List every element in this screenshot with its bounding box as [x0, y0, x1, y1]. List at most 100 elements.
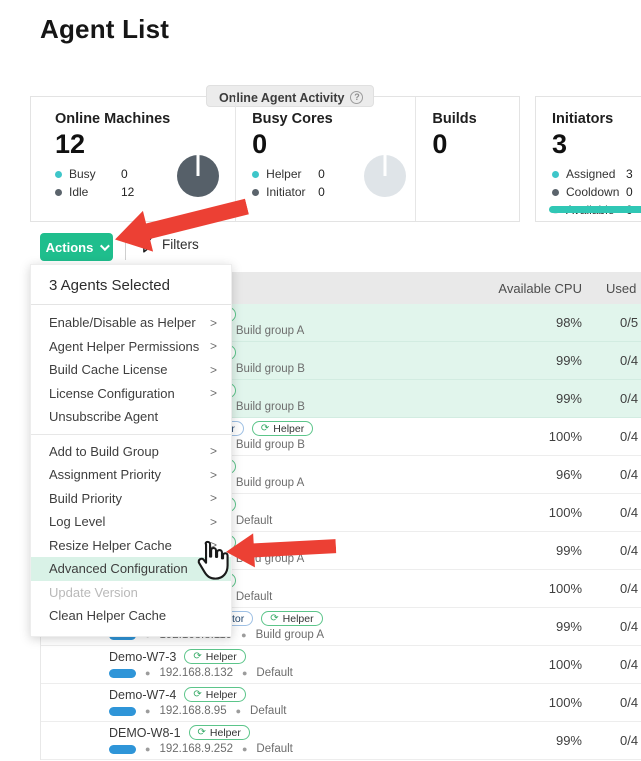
busy-cores-title: Busy Cores [252, 111, 415, 127]
agent-build-group: Build group A [236, 325, 304, 337]
submenu-arrow-icon: > [210, 363, 217, 377]
column-header-available-cpu[interactable]: Available CPU [452, 281, 582, 296]
table-row[interactable]: Demo-W7-4⟳Helper●192.168.8.95●Default100… [41, 684, 641, 722]
menu-item-label: Update Version [49, 585, 138, 600]
submenu-arrow-icon: > [210, 386, 217, 400]
initiators-card: Initiators 3 Assigned3Cooldown0Available… [535, 96, 641, 222]
menu-item-assignment-priority[interactable]: Assignment Priority> [31, 463, 231, 487]
legend-label: Assigned [566, 167, 626, 181]
menu-item-agent-helper-permissions[interactable]: Agent Helper Permissions > [31, 335, 231, 359]
legend-value: 12 [121, 185, 134, 199]
agent-name: DEMO-W8-1 [109, 726, 181, 740]
column-header-used-helpers[interactable]: Used Helpers [582, 281, 641, 296]
menu-item-label: Unsubscribe Agent [49, 409, 158, 424]
actions-button-label: Actions [46, 240, 94, 255]
dot-separator: ● [145, 744, 150, 754]
badge-label: Helper [206, 689, 237, 701]
menu-item-log-level[interactable]: Log Level > [31, 510, 231, 534]
menu-item-label: Add to Build Group [49, 444, 159, 459]
legend-item: Assigned3 [552, 167, 641, 181]
chevron-down-icon [100, 241, 110, 251]
legend-dot-icon [55, 171, 62, 178]
menu-item-build-cache-license[interactable]: Build Cache License > [31, 358, 231, 382]
menu-item-label: Agent Helper Permissions [49, 339, 199, 354]
agent-name: Demo-W7-4 [109, 688, 176, 702]
agent-build-group: Build group B [236, 401, 305, 413]
initiators-title: Initiators [552, 111, 641, 127]
busy-cores-donut-chart [364, 155, 406, 197]
badge-label: Helper [283, 613, 314, 625]
used-helpers-value: 0/4 [582, 657, 641, 672]
available-cpu-value: 98% [452, 315, 582, 330]
agent-info-line: ●192.168.9.252●Default [109, 742, 452, 757]
menu-header-agents-selected: 3 Agents Selected [31, 265, 231, 305]
used-helpers-value: 0/4 [582, 391, 641, 406]
os-indicator-pill [109, 745, 136, 754]
menu-item-label: Log Level [49, 514, 105, 529]
legend-label: Cooldown [566, 185, 626, 199]
helper-badge: ⟳ Helper [261, 611, 322, 626]
available-cpu-value: 100% [452, 695, 582, 710]
available-cpu-value: 99% [452, 353, 582, 368]
agent-build-group: Default [236, 515, 272, 527]
available-cpu-value: 100% [452, 657, 582, 672]
legend-value: 3 [626, 167, 633, 181]
menu-item-license-configuration[interactable]: License Configuration> [31, 382, 231, 406]
dot-separator: ● [242, 668, 247, 678]
agent-name-line: DEMO-W8-1 ⟳ Helper [109, 725, 452, 741]
submenu-arrow-icon: > [210, 515, 217, 529]
available-cpu-value: 99% [452, 391, 582, 406]
submenu-arrow-icon: > [210, 316, 217, 330]
submenu-arrow-icon: > [210, 491, 217, 505]
used-helpers-value: 0/4 [582, 581, 641, 596]
agent-cell: Demo-W7-4⟳Helper●192.168.8.95●Default [41, 687, 452, 719]
table-row[interactable]: DEMO-W8-1⟳Helper●192.168.9.252●Default99… [41, 722, 641, 760]
legend-dot-icon [552, 171, 559, 178]
menu-item-clean-helper-cache[interactable]: Clean Helper Cache [31, 604, 231, 628]
helper-icon: ⟳ [193, 651, 201, 662]
online-machines-title: Online Machines [55, 111, 235, 127]
agent-build-group: Build group B [236, 363, 305, 375]
menu-item-enable-disable-as-helper[interactable]: Enable/Disable as Helper > [31, 311, 231, 335]
used-helpers-value: 0/5 [582, 315, 641, 330]
badge-label: Helper [206, 651, 237, 663]
os-indicator-pill [109, 707, 136, 716]
legend-label: Idle [69, 185, 121, 199]
menu-item-label: Build Priority [49, 491, 122, 506]
available-cpu-value: 99% [452, 733, 582, 748]
annotation-arrow-advanced-configuration [225, 528, 337, 570]
menu-item-unsubscribe-agent[interactable]: Unsubscribe Agent [31, 405, 231, 429]
actions-button[interactable]: Actions [40, 233, 113, 261]
agent-name: Demo-W7-3 [109, 650, 176, 664]
menu-item-label: Build Cache License [49, 362, 168, 377]
legend-value: 0 [626, 185, 633, 199]
agent-cell: DEMO-W8-1⟳Helper●192.168.9.252●Default [41, 725, 452, 757]
legend-dot-icon [552, 189, 559, 196]
available-cpu-value: 100% [452, 429, 582, 444]
helper-badge: ⟳ Helper [189, 725, 250, 740]
legend-value: 0 [318, 185, 325, 199]
agent-ip: 192.168.8.132 [159, 667, 233, 679]
online-agent-activity-card: Online Agent Activity ? Online Machines … [30, 96, 520, 222]
busy-cores-stat: Busy Cores 0 Helper0Initiator0 [235, 97, 415, 221]
dot-separator: ● [145, 668, 150, 678]
legend-label: Initiator [266, 185, 318, 199]
used-helpers-value: 0/4 [582, 429, 641, 444]
os-indicator-pill [109, 669, 136, 678]
agent-build-group: Default [256, 667, 292, 679]
available-cpu-value: 99% [452, 543, 582, 558]
agent-build-group: Default [236, 591, 272, 603]
helper-badge: ⟳ Helper [184, 649, 245, 664]
dot-separator: ● [236, 706, 241, 716]
helper-badge: ⟳Helper [184, 687, 245, 702]
badge-label: Helper [210, 727, 241, 739]
table-row[interactable]: Demo-W7-3 ⟳ Helper ● 192.168.8.132 ● Default 10… [41, 646, 641, 684]
menu-item-add-to-build-group[interactable]: Add to Build Group> [31, 440, 231, 464]
helper-icon: ⟳ [198, 727, 206, 738]
agent-ip: 192.168.9.252 [159, 743, 233, 755]
menu-divider [31, 434, 231, 435]
helper-icon: ⟳ [270, 613, 278, 624]
menu-item-build-priority[interactable]: Build Priority > [31, 487, 231, 511]
menu-item-label: Enable/Disable as Helper [49, 315, 196, 330]
submenu-arrow-icon: > [210, 339, 217, 353]
